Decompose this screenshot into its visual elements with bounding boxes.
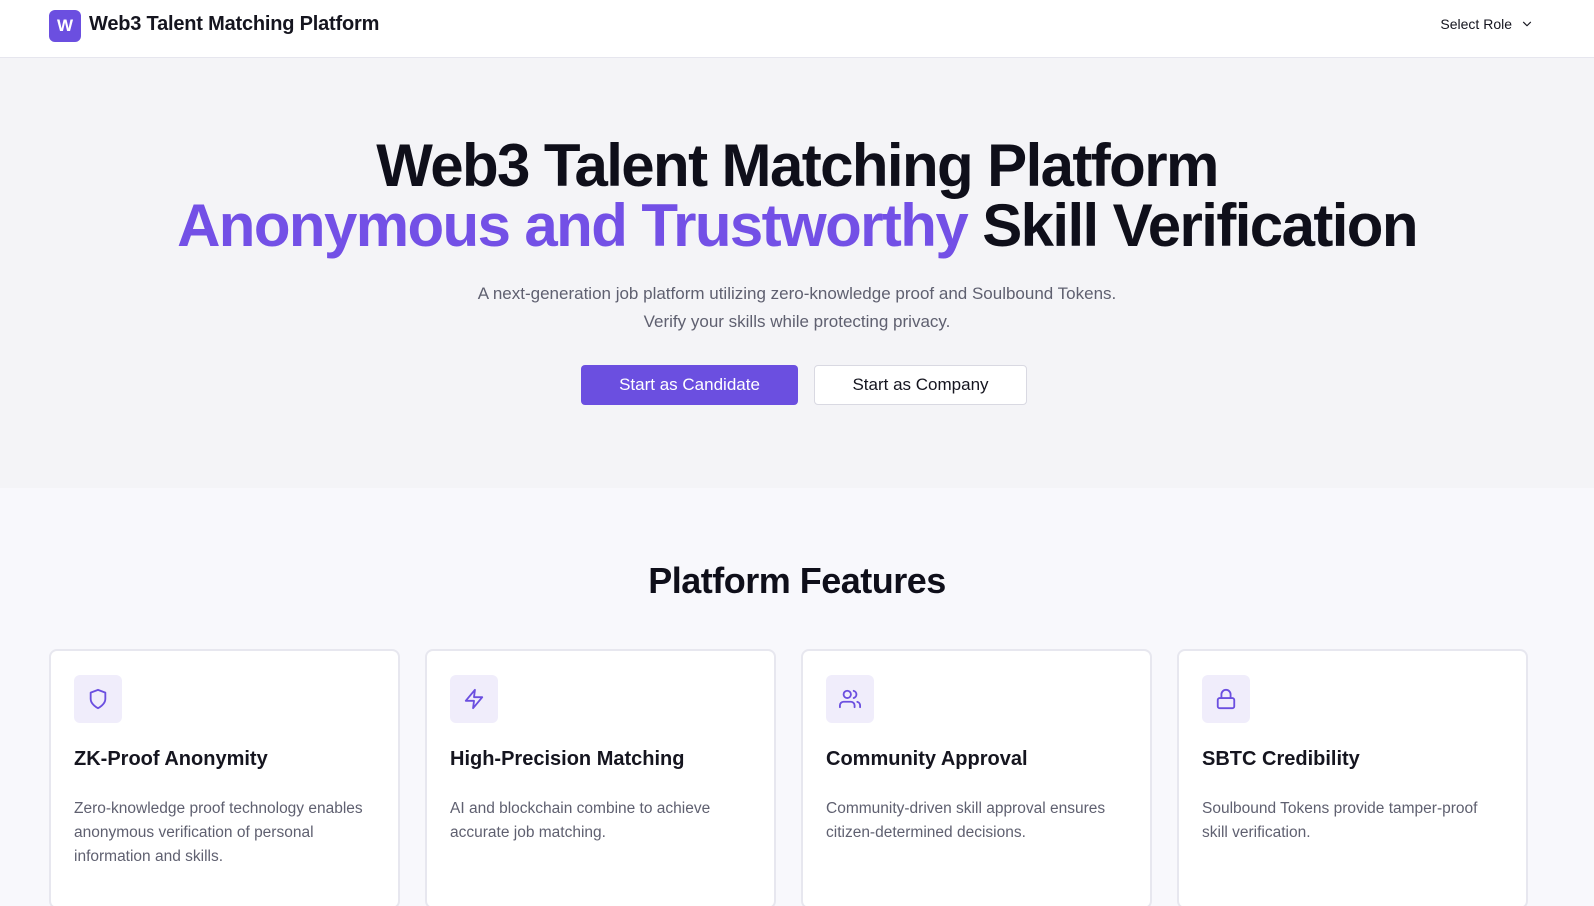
hero-subtitle: A next-generation job platform utilizing… — [0, 280, 1594, 336]
feature-card-description: Community-driven skill approval ensures … — [826, 800, 1106, 841]
feature-card-description: Zero-knowledge proof technology enables … — [74, 800, 363, 865]
hero-tagline-rest: Skill Verification — [967, 192, 1418, 259]
top-nav-bar: W Web3 Talent Matching Platform Select R… — [0, 0, 1594, 58]
feature-card-description: AI and blockchain combine to achieve acc… — [450, 800, 711, 841]
feature-card-sbtc: SBTC Credibility Soulbound Tokens provid… — [1177, 649, 1528, 906]
hero-actions: Start as Candidate Start as Company — [0, 365, 1594, 405]
select-role-dropdown[interactable]: Select Role — [1440, 16, 1534, 32]
hero-subtitle-line2: Verify your skills while protecting priv… — [643, 312, 951, 331]
lightning-icon — [450, 675, 498, 723]
select-role-label: Select Role — [1440, 16, 1512, 32]
start-as-company-button[interactable]: Start as Company — [814, 365, 1027, 405]
logo-icon[interactable]: W — [49, 10, 81, 42]
hero-subtitle-line1: A next-generation job platform utilizing… — [477, 284, 1117, 303]
feature-card-description: Soulbound Tokens provide tamper-proof sk… — [1202, 800, 1478, 841]
feature-card-title: ZK-Proof Anonymity — [74, 748, 268, 770]
feature-card-matching: High-Precision Matching AI and blockchai… — [425, 649, 776, 906]
hero-section: Web3 Talent Matching Platform Anonymous … — [0, 58, 1594, 488]
features-section: Platform Features ZK-Proof Anonymity Zer… — [0, 488, 1594, 906]
feature-card-zk-proof: ZK-Proof Anonymity Zero-knowledge proof … — [49, 649, 400, 906]
feature-card-title: Community Approval — [826, 748, 1028, 770]
features-title: Platform Features — [648, 560, 946, 601]
hero-title: Web3 Talent Matching Platform — [376, 132, 1219, 199]
users-icon — [826, 675, 874, 723]
start-as-candidate-button[interactable]: Start as Candidate — [581, 365, 798, 405]
feature-card-community: Community Approval Community-driven skil… — [801, 649, 1152, 906]
chevron-down-icon — [1522, 21, 1532, 27]
hero-tagline: Anonymous and Trustworthy Skill Verifica… — [0, 196, 1594, 256]
brand-name[interactable]: Web3 Talent Matching Platform — [89, 13, 379, 36]
hero-tagline-accent: Anonymous and Trustworthy — [177, 192, 969, 259]
feature-card-title: SBTC Credibility — [1202, 748, 1360, 770]
feature-card-title: High-Precision Matching — [450, 748, 685, 770]
shield-icon — [74, 675, 122, 723]
lock-icon — [1202, 675, 1250, 723]
